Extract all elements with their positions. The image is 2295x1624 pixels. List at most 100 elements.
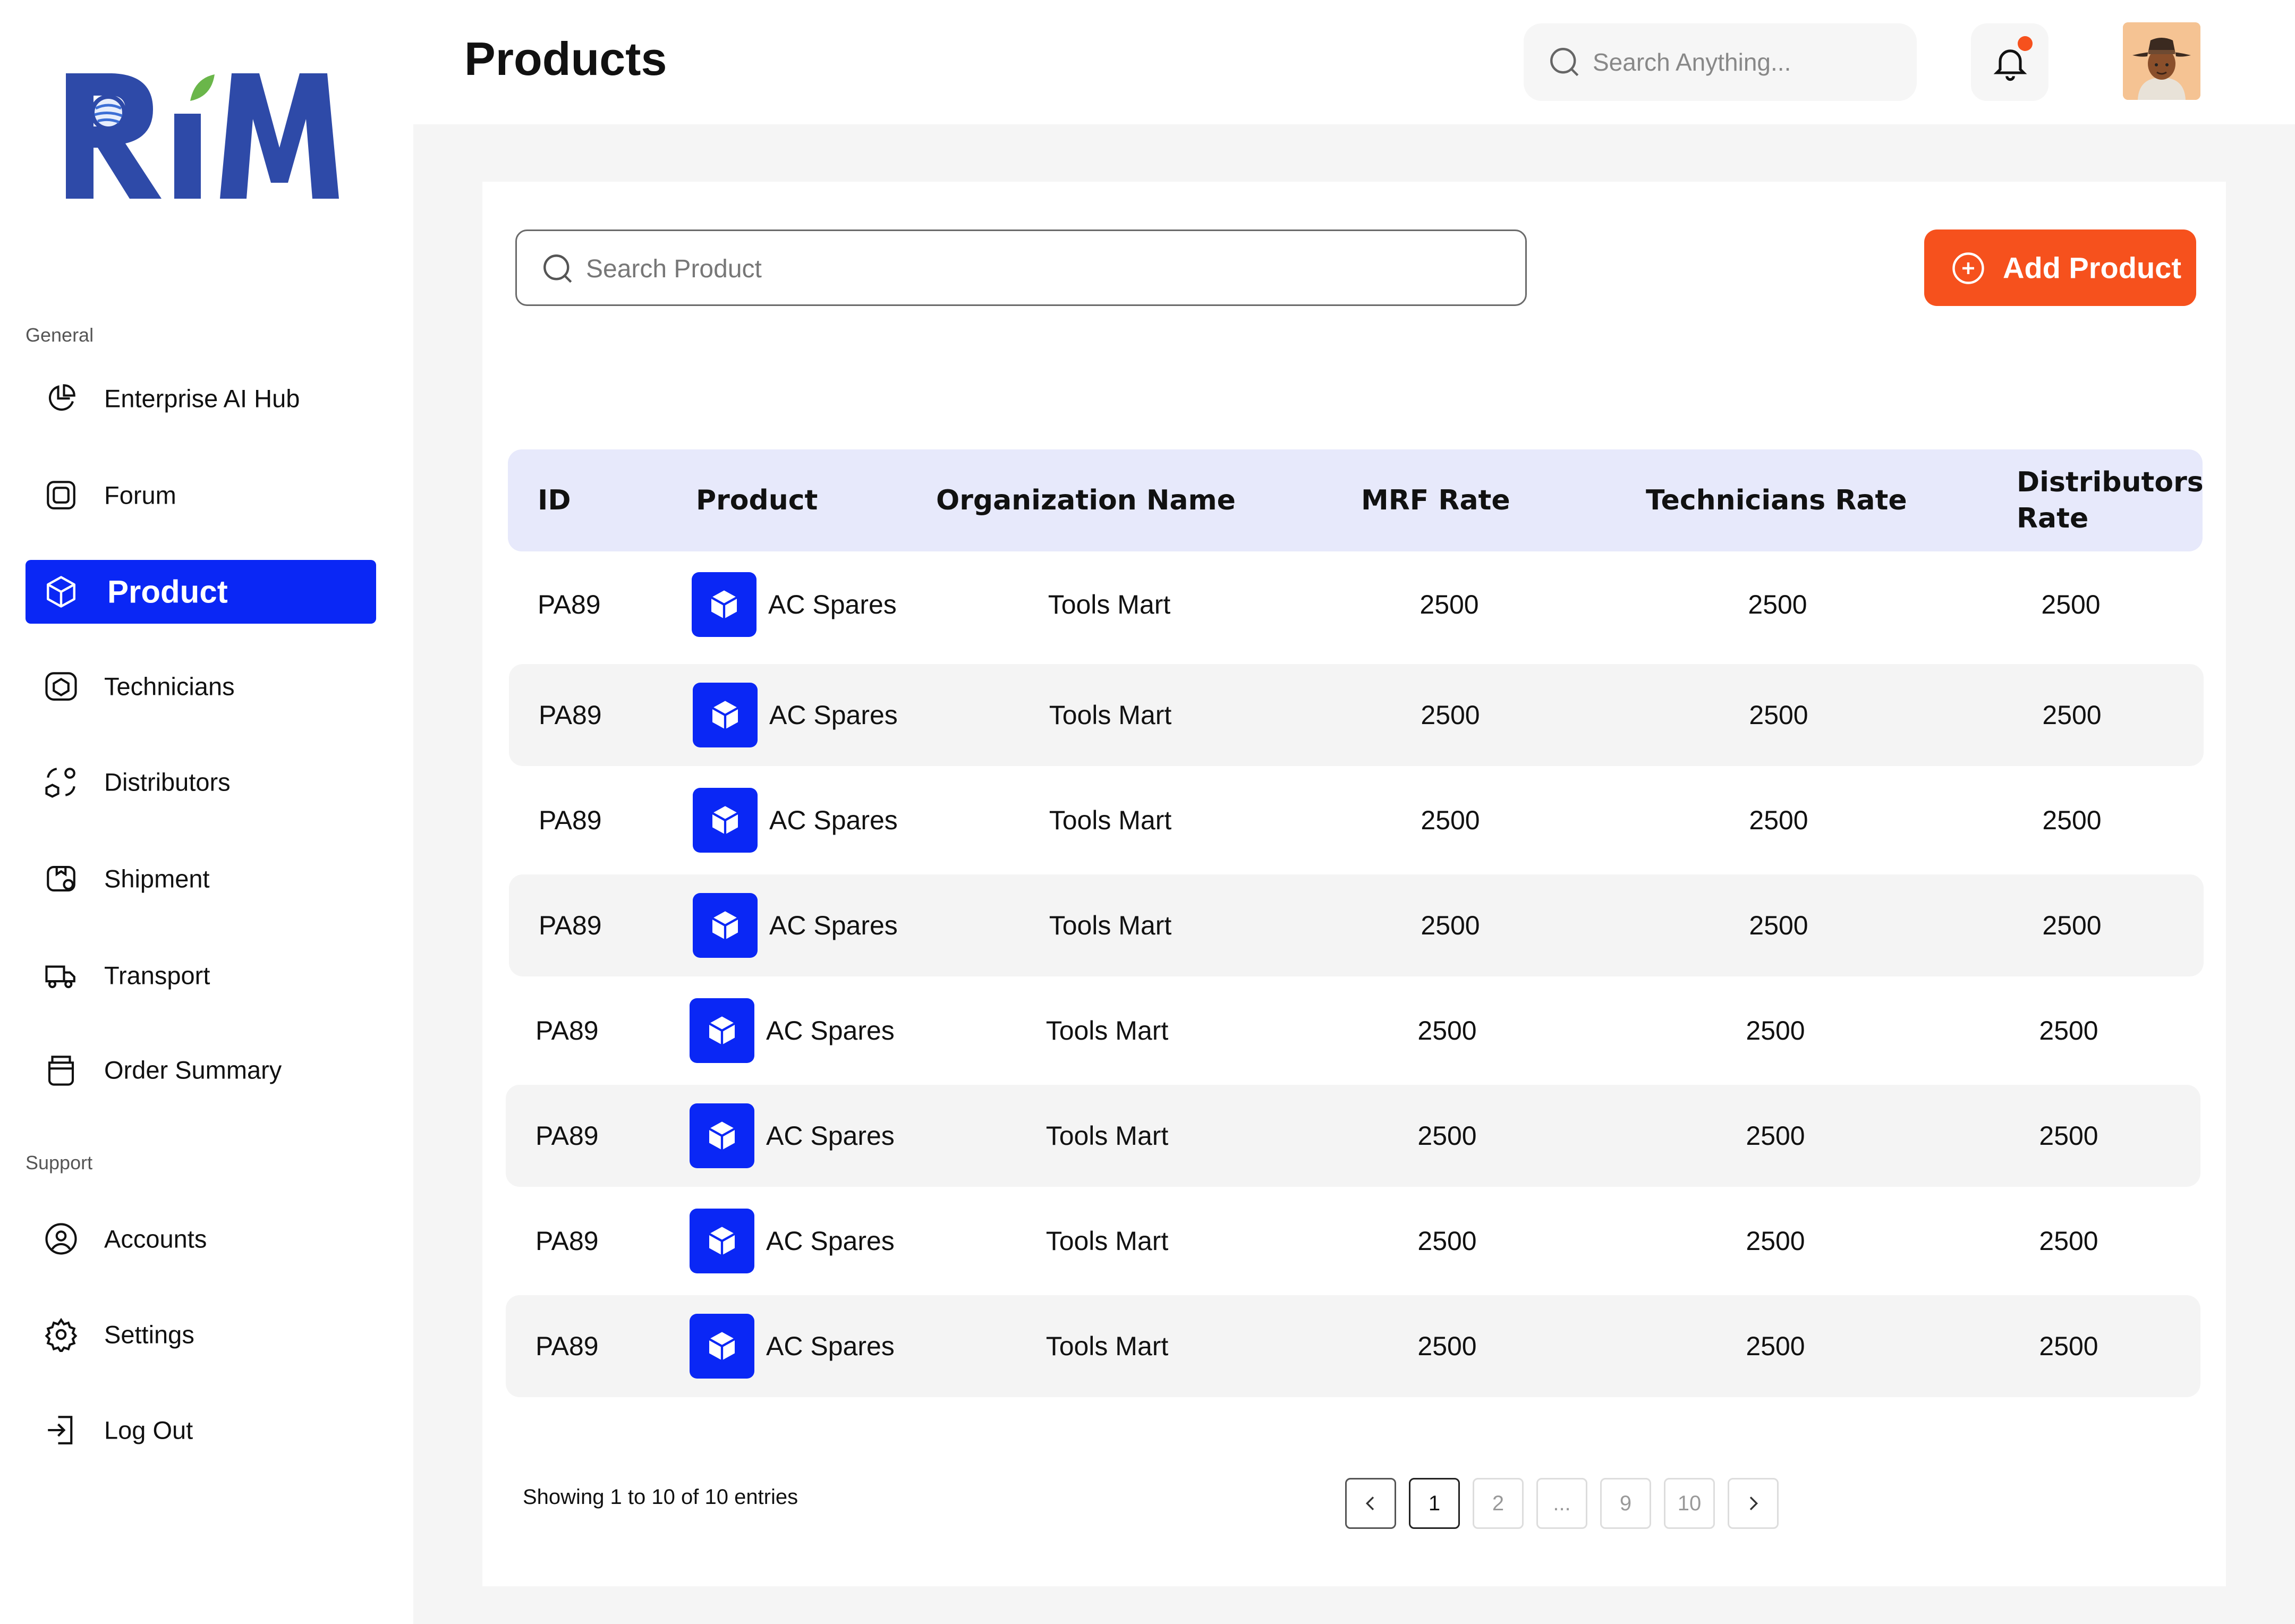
chevron-left-icon: [1365, 1497, 1374, 1510]
order-icon: [48, 1056, 74, 1086]
cell-id: PA89: [539, 805, 602, 835]
product-thumbnail: [693, 683, 758, 747]
technician-icon: [45, 672, 77, 701]
table-row[interactable]: PA89 AC Spares Tools Mart 2500 2500 2500: [508, 554, 2203, 656]
product-thumbnail: [690, 998, 754, 1063]
sidebar-item-label: Product: [107, 574, 228, 610]
page-button-1[interactable]: 1: [1409, 1478, 1460, 1529]
sidebar-item-transport[interactable]: Transport: [26, 943, 376, 1007]
cell-organization: Tools Mart: [1049, 911, 1172, 940]
sidebar-item-label: Order Summary: [104, 1056, 282, 1084]
sidebar-item-label: Distributors: [104, 768, 231, 796]
product-search[interactable]: [515, 229, 1527, 306]
column-header-product[interactable]: Product: [696, 482, 818, 518]
sidebar-item-technicians[interactable]: Technicians: [26, 654, 376, 718]
cell-distributors-rate: 2500: [2039, 1226, 2098, 1256]
cell-organization: Tools Mart: [1046, 1016, 1169, 1045]
truck-icon: [45, 965, 75, 989]
notification-button[interactable]: [1971, 23, 2048, 101]
product-thumbnail: [692, 572, 756, 637]
product-thumbnail: [690, 1103, 754, 1168]
product-search-input[interactable]: [586, 245, 1489, 293]
cell-organization: Tools Mart: [1049, 700, 1172, 730]
global-search[interactable]: [1524, 23, 1917, 101]
cell-id: PA89: [536, 1121, 599, 1151]
page-button-2[interactable]: 2: [1473, 1478, 1524, 1529]
sidebar-item-product[interactable]: Product: [26, 560, 376, 624]
table-row[interactable]: PA89 AC Spares Tools Mart 2500 2500 2500: [509, 664, 2204, 766]
cell-organization: Tools Mart: [1046, 1226, 1169, 1256]
product-thumbnail: [693, 893, 758, 958]
cell-product: AC Spares: [769, 700, 898, 730]
sidebar-item-label: Shipment: [104, 864, 210, 893]
prev-page-button[interactable]: [1345, 1478, 1396, 1529]
cell-distributors-rate: 2500: [2039, 1121, 2098, 1151]
pie-chart-icon: [48, 384, 75, 411]
table-row[interactable]: PA89 AC Spares Tools Mart 2500 2500 2500: [509, 769, 2204, 871]
table-row[interactable]: PA89 AC Spares Tools Mart 2500 2500 2500: [506, 1190, 2200, 1292]
cell-id: PA89: [539, 911, 602, 940]
cell-distributors-rate: 2500: [2042, 805, 2102, 835]
column-header-id[interactable]: ID: [538, 482, 571, 518]
page-button-9[interactable]: 9: [1600, 1478, 1651, 1529]
product-thumbnail: [690, 1314, 754, 1379]
page-button-10[interactable]: 10: [1664, 1478, 1715, 1529]
page-title: Products: [464, 32, 667, 85]
sidebar-item-logout[interactable]: Log Out: [26, 1398, 376, 1462]
cell-mrf-rate: 2500: [1421, 911, 1480, 940]
avatar[interactable]: [2123, 22, 2200, 100]
column-header-technicians-rate[interactable]: Technicians Rate: [1646, 482, 1907, 518]
sidebar-item-enterprise-ai-hub[interactable]: Enterprise AI Hub: [26, 367, 376, 430]
cube-icon: [711, 806, 739, 835]
table-row[interactable]: PA89 AC Spares Tools Mart 2500 2500 2500: [506, 980, 2200, 1082]
cell-technicians-rate: 2500: [1746, 1016, 1805, 1045]
cell-distributors-rate: 2500: [2039, 1016, 2098, 1045]
cell-product: AC Spares: [766, 1016, 895, 1045]
sidebar-item-settings[interactable]: Settings: [26, 1303, 376, 1366]
cell-mrf-rate: 2500: [1421, 700, 1480, 730]
search-icon: [543, 254, 572, 283]
cell-id: PA89: [539, 700, 602, 730]
next-page-button[interactable]: [1728, 1478, 1779, 1529]
cell-id: PA89: [538, 590, 601, 619]
cell-organization: Tools Mart: [1049, 805, 1172, 835]
cell-id: PA89: [536, 1226, 599, 1256]
forum-icon: [47, 481, 75, 509]
cell-product: AC Spares: [766, 1331, 895, 1361]
column-header-organization[interactable]: Organization Name: [936, 482, 1236, 518]
sidebar-item-order-summary[interactable]: Order Summary: [26, 1038, 376, 1102]
global-search-input[interactable]: [1593, 38, 1901, 86]
sidebar-item-label: Forum: [104, 481, 176, 509]
sidebar-item-label: Log Out: [104, 1416, 193, 1444]
entries-summary: Showing 1 to 10 of 10 entries: [523, 1485, 798, 1509]
cell-organization: Tools Mart: [1046, 1121, 1169, 1151]
cube-icon: [711, 911, 739, 940]
logout-icon: [48, 1416, 73, 1444]
column-header-mrf-rate[interactable]: MRF Rate: [1361, 482, 1510, 518]
column-header-distributors-rate[interactable]: Distributors Rate: [2017, 464, 2204, 537]
cell-technicians-rate: 2500: [1746, 1331, 1805, 1361]
sidebar-item-label: Transport: [104, 961, 210, 990]
cell-technicians-rate: 2500: [1749, 805, 1808, 835]
sidebar-item-label: Accounts: [104, 1225, 207, 1253]
sidebar-item-accounts[interactable]: Accounts: [26, 1207, 376, 1271]
gear-icon: [45, 1317, 78, 1352]
sidebar-item-forum[interactable]: Forum: [26, 463, 376, 527]
shipment-icon: [47, 865, 75, 892]
user-circle-icon: [45, 1223, 77, 1255]
cell-distributors-rate: 2500: [2039, 1331, 2098, 1361]
table-row[interactable]: PA89 AC Spares Tools Mart 2500 2500 2500: [509, 874, 2204, 976]
sidebar: General Enterprise AI Hub Forum Product …: [0, 0, 413, 1624]
sidebar-item-shipment[interactable]: Shipment: [26, 847, 376, 911]
add-product-button[interactable]: Add Product: [1924, 229, 2196, 306]
table-row[interactable]: PA89 AC Spares Tools Mart 2500 2500 2500: [506, 1085, 2200, 1187]
table-row[interactable]: PA89 AC Spares Tools Mart 2500 2500 2500: [506, 1295, 2200, 1397]
cube-icon: [708, 1121, 736, 1150]
cell-mrf-rate: 2500: [1421, 805, 1480, 835]
cell-product: AC Spares: [769, 911, 898, 940]
cell-mrf-rate: 2500: [1417, 1331, 1477, 1361]
add-product-label: Add Product: [2003, 251, 2181, 285]
cube-icon: [708, 1332, 736, 1361]
sidebar-item-distributors[interactable]: Distributors: [26, 750, 376, 814]
cube-icon: [708, 1016, 736, 1045]
